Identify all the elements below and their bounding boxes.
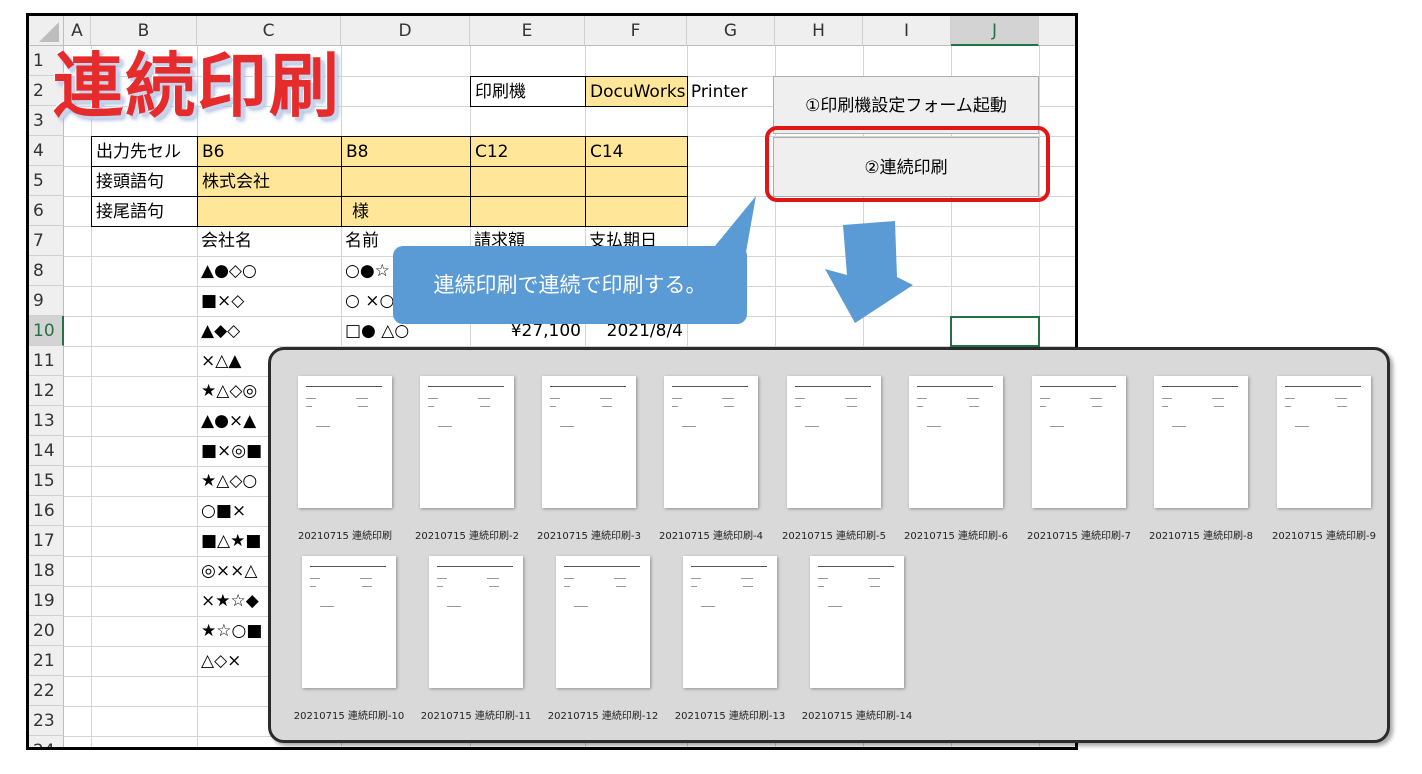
cell-c7[interactable]: 会社名 <box>197 226 341 256</box>
file-thumbnail[interactable] <box>298 376 392 508</box>
file-label[interactable]: 20210715 連続印刷-2 <box>410 527 524 542</box>
row-header-10[interactable]: 10 <box>29 316 64 346</box>
callout-bubble: 連続印刷で連続で印刷する。 <box>393 246 747 324</box>
row-header-5[interactable]: 5 <box>29 166 64 196</box>
row-header-9[interactable]: 9 <box>29 286 64 316</box>
row-header-7[interactable]: 7 <box>29 226 64 256</box>
select-all-triangle-icon <box>39 22 59 42</box>
file-label[interactable]: 20210715 連続印刷 <box>288 527 402 542</box>
cell-f4[interactable]: C14 <box>585 136 688 167</box>
file-label[interactable]: 20210715 連続印刷-7 <box>1022 527 1136 542</box>
row-header-16[interactable]: 16 <box>29 496 64 526</box>
cell-c6[interactable] <box>197 196 342 227</box>
row-header-8[interactable]: 8 <box>29 256 64 286</box>
big-title: 連続印刷 <box>53 45 341 127</box>
row-header-6[interactable]: 6 <box>29 196 64 226</box>
file-thumbnail[interactable] <box>1154 376 1248 508</box>
file-thumbnail[interactable] <box>420 376 514 508</box>
row-header-19[interactable]: 19 <box>29 586 64 616</box>
column-header-h[interactable]: H <box>775 16 863 46</box>
cell-c8[interactable]: ▲●◇○ <box>197 256 341 286</box>
column-header-b[interactable]: B <box>91 16 197 46</box>
down-arrow-icon <box>825 221 913 323</box>
column-header-e[interactable]: E <box>470 16 585 46</box>
row-header-13[interactable]: 13 <box>29 406 64 436</box>
file-label[interactable]: 20210715 連続印刷-6 <box>899 527 1013 542</box>
cell-c10[interactable]: ▲◆◇ <box>197 316 341 346</box>
row-header-18[interactable]: 18 <box>29 556 64 586</box>
file-label[interactable]: 20210715 連続印刷-4 <box>654 527 768 542</box>
cell-c9[interactable]: ■×◇ <box>197 286 341 316</box>
cell-e5[interactable] <box>470 166 586 197</box>
row-header-20[interactable]: 20 <box>29 616 64 646</box>
file-label[interactable]: 20210715 連続印刷-13 <box>673 707 787 722</box>
file-thumbnail[interactable] <box>302 556 396 688</box>
column-header-c[interactable]: C <box>197 16 341 46</box>
cell-f6[interactable] <box>585 196 688 227</box>
file-label[interactable]: 20210715 連続印刷-14 <box>800 707 914 722</box>
cell-d6[interactable]: 様 <box>341 196 471 227</box>
row-header-15[interactable]: 15 <box>29 466 64 496</box>
column-header-a[interactable]: A <box>64 16 91 46</box>
cell-e6[interactable] <box>470 196 586 227</box>
cell-b6[interactable]: 接尾語句 <box>91 196 198 227</box>
file-thumbnail[interactable] <box>542 376 636 508</box>
file-thumbnail[interactable] <box>810 556 904 688</box>
file-label[interactable]: 20210715 連続印刷-10 <box>292 707 406 722</box>
cell-c4[interactable]: B6 <box>197 136 342 167</box>
printer-value-cell[interactable]: DocuWorks Printer <box>586 76 748 107</box>
printer-label-cell[interactable]: 印刷機 <box>470 76 586 107</box>
select-all-corner[interactable] <box>29 16 64 46</box>
cell-b4[interactable]: 出力先セル <box>91 136 198 167</box>
button-highlight-frame <box>765 126 1050 202</box>
file-thumbnail[interactable] <box>1032 376 1126 508</box>
output-files-panel: 20210715 連続印刷 20210715 連続印刷-2 20210715 連… <box>268 347 1390 743</box>
row-header-12[interactable]: 12 <box>29 376 64 406</box>
file-thumbnail[interactable] <box>664 376 758 508</box>
row-header-4[interactable]: 4 <box>29 136 64 166</box>
column-header-f[interactable]: F <box>585 16 687 46</box>
file-thumbnail[interactable] <box>683 556 777 688</box>
row-header-11[interactable]: 11 <box>29 346 64 376</box>
cell-d5[interactable] <box>341 166 471 197</box>
file-label[interactable]: 20210715 連続印刷-12 <box>546 707 660 722</box>
file-label[interactable]: 20210715 連続印刷-3 <box>532 527 646 542</box>
printer-value: DocuWorks Printer <box>590 82 748 102</box>
cell-b5[interactable]: 接頭語句 <box>91 166 198 197</box>
row-header-17[interactable]: 17 <box>29 526 64 556</box>
selected-cell-j10[interactable] <box>950 316 1040 347</box>
column-header-i[interactable]: I <box>863 16 951 46</box>
file-thumbnail[interactable] <box>909 376 1003 508</box>
file-label[interactable]: 20210715 連続印刷-9 <box>1267 527 1381 542</box>
file-label[interactable]: 20210715 連続印刷-11 <box>419 707 533 722</box>
row-header-21[interactable]: 21 <box>29 646 64 676</box>
column-header-g[interactable]: G <box>687 16 775 46</box>
file-thumbnail[interactable] <box>1277 376 1371 508</box>
file-thumbnail[interactable] <box>556 556 650 688</box>
file-thumbnail[interactable] <box>787 376 881 508</box>
cell-e4[interactable]: C12 <box>470 136 586 167</box>
column-header-j[interactable]: J <box>951 16 1039 46</box>
row-header-23[interactable]: 23 <box>29 706 64 736</box>
cell-c5[interactable]: 株式会社 <box>197 166 342 197</box>
row-header-24[interactable]: 24 <box>29 736 64 747</box>
column-header-blank <box>1039 16 1075 46</box>
file-label[interactable]: 20210715 連続印刷-5 <box>777 527 891 542</box>
row-header-14[interactable]: 14 <box>29 436 64 466</box>
column-header-d[interactable]: D <box>341 16 470 46</box>
file-label[interactable]: 20210715 連続印刷-8 <box>1144 527 1258 542</box>
row-header-22[interactable]: 22 <box>29 676 64 706</box>
cell-f5[interactable] <box>585 166 688 197</box>
file-thumbnail[interactable] <box>429 556 523 688</box>
cell-d4[interactable]: B8 <box>341 136 471 167</box>
